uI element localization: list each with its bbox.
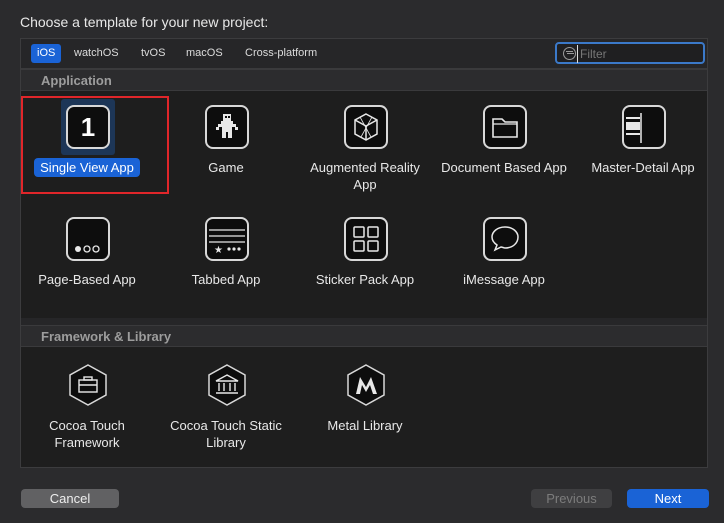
template-sticker-pack-app[interactable]: Sticker Pack App [301, 211, 429, 311]
master-detail-icon [622, 105, 666, 149]
template-label: Page-Based App [38, 272, 136, 287]
template-document-based-app[interactable]: Document Based App [440, 99, 568, 199]
template-master-detail-app[interactable]: Master-Detail App [579, 99, 707, 199]
folder-icon [483, 105, 527, 149]
template-label: Augmented Reality App [310, 160, 420, 192]
template-page-based-app[interactable]: Page-Based App [23, 211, 151, 311]
filter-icon [563, 47, 576, 60]
speech-bubble-icon [483, 217, 527, 261]
template-game[interactable]: Game [162, 99, 290, 199]
toolbox-icon [66, 363, 110, 407]
template-label: Cocoa Touch Framework [49, 418, 125, 450]
metal-icon [344, 363, 388, 407]
template-cocoa-touch-static-library[interactable]: Cocoa Touch Static Library [162, 357, 290, 457]
section-title-application: Application [41, 73, 112, 88]
template-label: Document Based App [441, 160, 567, 175]
filter-field[interactable] [555, 42, 705, 64]
template-label: Metal Library [327, 418, 403, 433]
template-label: Master-Detail App [591, 160, 695, 175]
game-icon [205, 105, 249, 149]
template-augmented-reality-app[interactable]: Augmented Reality App [301, 99, 429, 199]
template-single-view-app[interactable]: 1 Single View App [21, 96, 169, 199]
filter-input[interactable] [577, 45, 702, 63]
template-tabbed-app[interactable]: ★ Tabbed App [162, 211, 290, 311]
cancel-button[interactable]: Cancel [21, 489, 119, 508]
ar-cube-icon [344, 105, 388, 149]
template-cocoa-touch-framework[interactable]: Cocoa Touch Framework [23, 357, 151, 457]
tab-macos[interactable]: macOS [180, 44, 229, 63]
grid-icon [344, 217, 388, 261]
section-application: Application [21, 69, 707, 91]
selection-highlight [21, 96, 169, 194]
platform-tab-bar: iOS watchOS tvOS macOS Cross-platform [21, 39, 707, 69]
tab-ios[interactable]: iOS [31, 44, 62, 63]
tab-bar-icon: ★ [205, 217, 249, 261]
next-button[interactable]: Next [627, 489, 709, 508]
tab-tvos[interactable]: tvOS [135, 44, 171, 63]
template-label: Tabbed App [191, 272, 261, 287]
template-label: iMessage App [463, 272, 545, 287]
library-building-icon [205, 363, 249, 407]
dialog-heading: Choose a template for your new project: [20, 14, 269, 30]
page-dots-icon [66, 217, 110, 261]
section-framework-library: Framework & Library [21, 325, 707, 347]
previous-button[interactable]: Previous [531, 489, 612, 508]
template-label: Cocoa Touch Static Library [170, 418, 282, 450]
svg-text:★: ★ [214, 245, 223, 256]
template-label: Sticker Pack App [315, 272, 415, 287]
template-panel: iOS watchOS tvOS macOS Cross-platform Ap… [20, 38, 708, 468]
template-metal-library[interactable]: Metal Library [301, 357, 429, 457]
template-label: Game [208, 160, 244, 175]
template-imessage-app[interactable]: iMessage App [440, 211, 568, 311]
tab-cross-platform[interactable]: Cross-platform [239, 44, 323, 63]
tab-watchos[interactable]: watchOS [68, 44, 125, 63]
section-title-framework: Framework & Library [41, 329, 172, 344]
